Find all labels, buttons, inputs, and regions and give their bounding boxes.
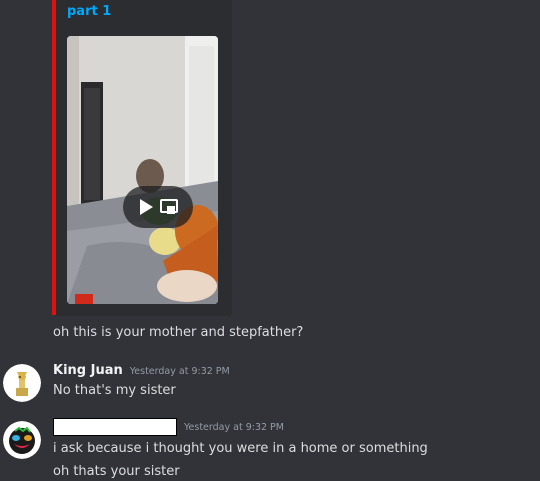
- timestamp: Yesterday at 9:32 PM: [184, 421, 284, 433]
- play-icon: [140, 199, 153, 215]
- face-avatar-icon: [3, 421, 41, 459]
- timestamp: Yesterday at 9:32 PM: [129, 366, 230, 377]
- username[interactable]: King Juan: [53, 363, 123, 378]
- embed-title-link[interactable]: part 1: [67, 4, 111, 19]
- popout-icon: [160, 199, 178, 214]
- message-text: oh thats your sister: [53, 464, 180, 479]
- message-header: Yesterday at 9:32 PM: [53, 418, 284, 436]
- video-play-button[interactable]: [123, 186, 193, 228]
- embed-accent-bar: [52, 0, 56, 315]
- giraffe-avatar-icon: [3, 364, 41, 402]
- message-header: King Juan Yesterday at 9:32 PM: [53, 363, 230, 378]
- video-thumbnail[interactable]: [67, 36, 218, 304]
- chat-log: part 1 oh this is your mother and stepfa…: [0, 0, 540, 481]
- message-text: i ask because i thought you were in a ho…: [53, 441, 428, 456]
- redacted-username[interactable]: [53, 418, 177, 436]
- video-still-image: [67, 36, 218, 304]
- message-text: oh this is your mother and stepfather?: [53, 325, 304, 340]
- message-text: No that's my sister: [53, 383, 176, 398]
- video-embed: part 1: [52, 0, 232, 316]
- avatar[interactable]: [3, 421, 41, 459]
- avatar[interactable]: [3, 364, 41, 402]
